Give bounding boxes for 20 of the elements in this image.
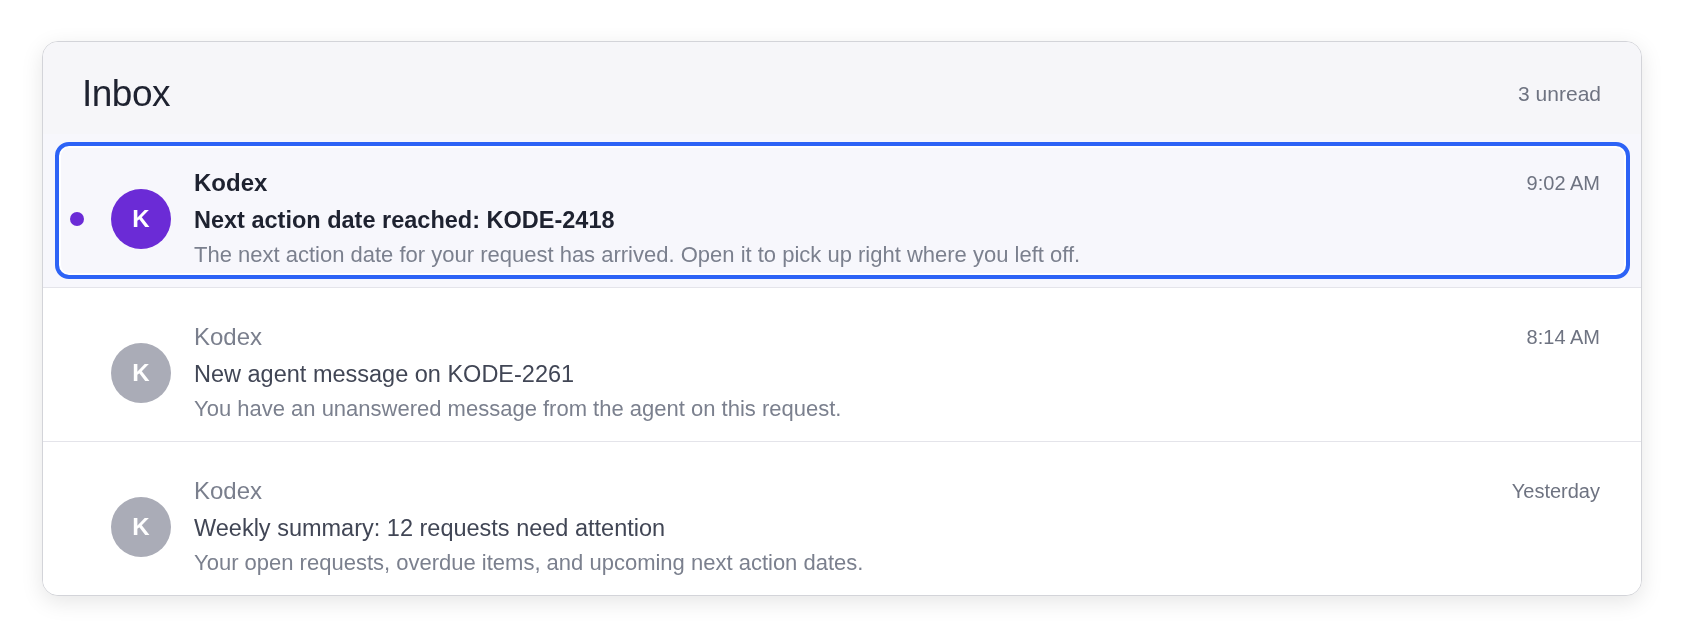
sender-avatar: K bbox=[111, 342, 171, 403]
message-subject: Weekly summary: 12 requests need attention bbox=[194, 514, 667, 543]
message-preview: Your open requests, overdue items, and upcoming next action dates. bbox=[194, 549, 865, 577]
message-subject: New agent message on KODE-2261 bbox=[194, 360, 576, 389]
unread-count: 3 unread bbox=[1518, 81, 1601, 107]
inbox-title: Inbox bbox=[82, 72, 170, 116]
sender-avatar: K bbox=[111, 496, 171, 557]
message-subject: Next action date reached: KODE-2418 bbox=[194, 206, 616, 235]
sender-name: Kodex bbox=[194, 322, 263, 352]
message-row[interactable]: K Kodex 8:14 AM New agent message on KODE-2261 You have an unanswered message from the agent on this request. bbox=[43, 287, 1641, 441]
message-row[interactable]: K Kodex 9:02 AM Next action date reached: KODE-2418 The next action date for your request has arrived. Open it to pick up right where you left off. bbox=[43, 134, 1641, 287]
sender-name: Kodex bbox=[194, 168, 268, 198]
message-time: 9:02 AM bbox=[1526, 171, 1600, 196]
sender-avatar: K bbox=[111, 188, 171, 249]
message-time: Yesterday bbox=[1511, 479, 1600, 504]
message-time: 8:14 AM bbox=[1526, 325, 1600, 350]
sender-name: Kodex bbox=[194, 476, 263, 506]
message-preview: You have an unanswered message from the agent on this request. bbox=[194, 395, 843, 423]
message-preview: The next action date for your request has arrived. Open it to pick up right where you left off. bbox=[194, 241, 1082, 269]
message-row[interactable]: K Kodex Yesterday Weekly summary: 12 requests need attention Your open requests, overdue items, and upcoming next action dates. bbox=[43, 441, 1641, 595]
